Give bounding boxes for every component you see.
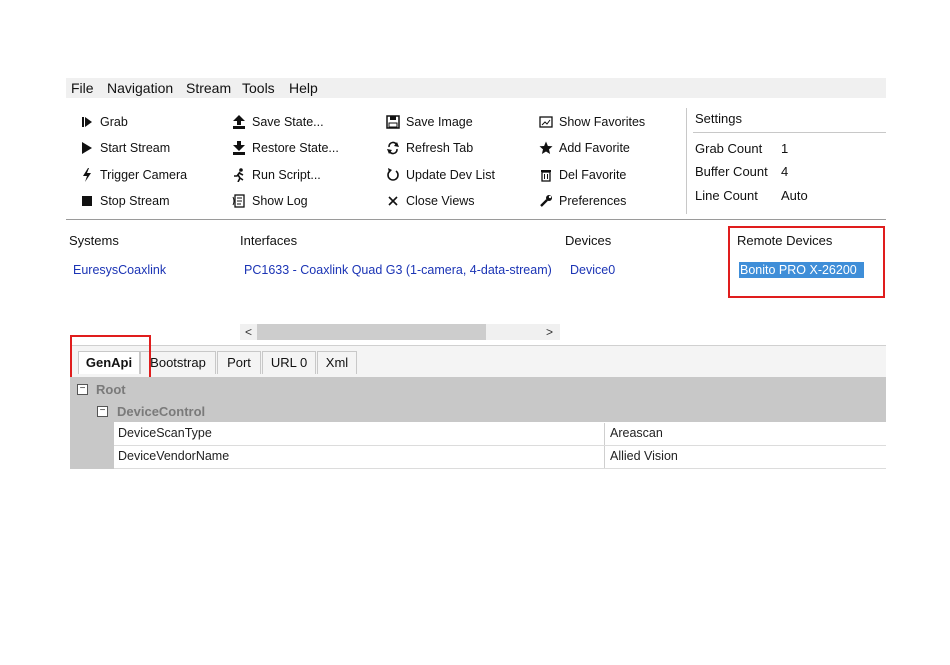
download-icon: [232, 141, 246, 155]
show-favorites-button[interactable]: Show Favorites: [539, 113, 645, 131]
grab-count-label: Grab Count: [695, 141, 763, 156]
devices-header: Devices: [565, 233, 612, 248]
scrollbar-thumb[interactable]: [257, 324, 486, 340]
add-favorite-button[interactable]: Add Favorite: [539, 139, 630, 157]
start-stream-button[interactable]: Start Stream: [80, 139, 170, 157]
save-image-button[interactable]: Save Image: [386, 113, 473, 131]
refresh-tab-label: Refresh Tab: [406, 141, 474, 155]
grab-count-value[interactable]: 1: [781, 141, 788, 156]
refresh-tab-button[interactable]: Refresh Tab: [386, 139, 473, 157]
menu-navigation[interactable]: Navigation: [107, 80, 173, 96]
wrench-icon: [539, 194, 553, 208]
property-name: DeviceScanType: [118, 426, 212, 440]
update-icon: [386, 168, 400, 182]
refresh-icon: [386, 141, 400, 155]
settings-divider: [686, 108, 687, 214]
root-collapse-icon[interactable]: −: [77, 384, 88, 395]
property-value[interactable]: Allied Vision: [610, 449, 678, 463]
column-divider: [604, 446, 605, 468]
column-divider: [604, 423, 605, 445]
tab-xml[interactable]: Xml: [317, 351, 357, 374]
menu-file[interactable]: File: [71, 80, 94, 96]
buffer-count-value[interactable]: 4: [781, 164, 788, 179]
stop-stream-button[interactable]: Stop Stream: [80, 192, 169, 210]
restore-state-label: Restore State...: [252, 141, 339, 155]
line-count-value[interactable]: Auto: [781, 188, 808, 203]
update-dev-list-button[interactable]: Update Dev List: [386, 166, 495, 184]
interfaces-header: Interfaces: [240, 233, 298, 248]
save-state-label: Save State...: [252, 115, 324, 129]
grab-label: Grab: [100, 115, 128, 129]
run-script-button[interactable]: Run Script...: [232, 166, 321, 184]
systems-header: Systems: [69, 233, 119, 248]
close-views-button[interactable]: Close Views: [386, 192, 475, 210]
show-log-button[interactable]: Show Log: [232, 192, 308, 210]
grab-button[interactable]: Grab: [80, 113, 128, 131]
menu-tools[interactable]: Tools: [242, 80, 275, 96]
tree-root-label[interactable]: Root: [96, 382, 126, 397]
table-row[interactable]: DeviceScanType Areascan: [114, 423, 886, 446]
stop-stream-label: Stop Stream: [100, 194, 170, 208]
lightning-icon: [80, 168, 94, 182]
trigger-camera-button[interactable]: Trigger Camera: [80, 166, 187, 184]
toolbar-divider: [66, 219, 886, 220]
step-icon: [80, 115, 94, 129]
system-item[interactable]: EuresysCoaxlink: [73, 263, 166, 277]
update-dev-list-label: Update Dev List: [406, 168, 495, 182]
tab-bootstrap[interactable]: Bootstrap: [140, 351, 216, 374]
settings-title-divider: [693, 132, 886, 133]
scroll-right-icon[interactable]: >: [546, 324, 553, 340]
close-views-label: Close Views: [406, 194, 475, 208]
stop-icon: [80, 194, 94, 208]
upload-icon: [232, 115, 246, 129]
add-favorite-label: Add Favorite: [559, 141, 630, 155]
tab-url0[interactable]: URL 0: [262, 351, 316, 374]
buffer-count-label: Buffer Count: [695, 164, 768, 179]
floppy-icon: [386, 115, 400, 129]
scroll-left-icon[interactable]: <: [245, 324, 252, 340]
run-script-label: Run Script...: [252, 168, 321, 182]
show-favorites-label: Show Favorites: [559, 115, 646, 129]
property-name: DeviceVendorName: [118, 449, 230, 463]
trash-icon: [539, 168, 553, 182]
interface-item[interactable]: PC1633 - Coaxlink Quad G3 (1-camera, 4-d…: [244, 263, 552, 277]
preferences-button[interactable]: Preferences: [539, 192, 626, 210]
save-image-label: Save Image: [406, 115, 473, 129]
del-favorite-label: Del Favorite: [559, 168, 627, 182]
show-log-label: Show Log: [252, 194, 308, 208]
menu-stream[interactable]: Stream: [186, 80, 231, 96]
devicecontrol-collapse-icon[interactable]: −: [97, 406, 108, 417]
start-stream-label: Start Stream: [100, 141, 171, 155]
play-icon: [80, 141, 94, 155]
menu-bar: File Navigation Stream Tools Help: [66, 78, 886, 98]
remote-devices-highlight: [728, 226, 885, 298]
device-item[interactable]: Device0: [570, 263, 615, 277]
settings-title: Settings: [695, 111, 742, 126]
tree-devicecontrol-label[interactable]: DeviceControl: [117, 404, 205, 419]
line-count-label: Line Count: [695, 188, 758, 203]
menu-help[interactable]: Help: [289, 80, 318, 96]
favorites-window-icon: [539, 115, 553, 129]
trigger-camera-label: Trigger Camera: [100, 168, 188, 182]
property-value[interactable]: Areascan: [610, 426, 663, 440]
log-icon: [232, 194, 246, 208]
preferences-label: Preferences: [559, 194, 627, 208]
del-favorite-button[interactable]: Del Favorite: [539, 166, 626, 184]
save-state-button[interactable]: Save State...: [232, 113, 324, 131]
restore-state-button[interactable]: Restore State...: [232, 139, 339, 157]
star-icon: [539, 141, 553, 155]
close-icon: [386, 194, 400, 208]
table-row[interactable]: DeviceVendorName Allied Vision: [114, 446, 886, 469]
tab-port[interactable]: Port: [217, 351, 261, 374]
run-icon: [232, 168, 246, 182]
